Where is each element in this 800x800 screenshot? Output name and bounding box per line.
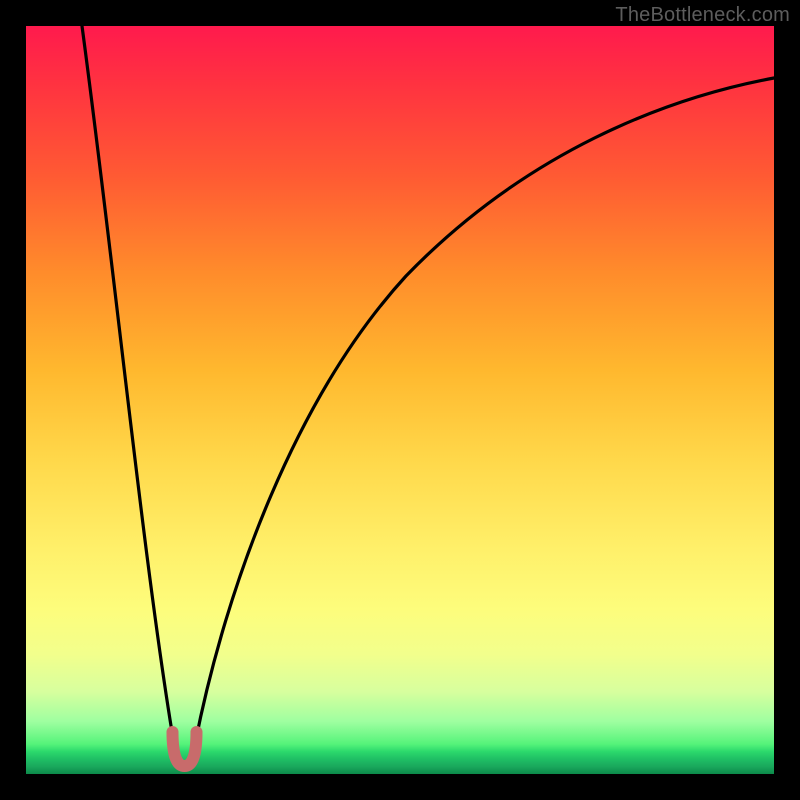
- chart-stage: TheBottleneck.com: [0, 0, 800, 800]
- curve-layer: [26, 26, 774, 774]
- plot-area: [26, 26, 774, 774]
- bottleneck-curve: [82, 26, 774, 764]
- min-marker-u: [173, 732, 197, 766]
- watermark-text: TheBottleneck.com: [615, 4, 790, 27]
